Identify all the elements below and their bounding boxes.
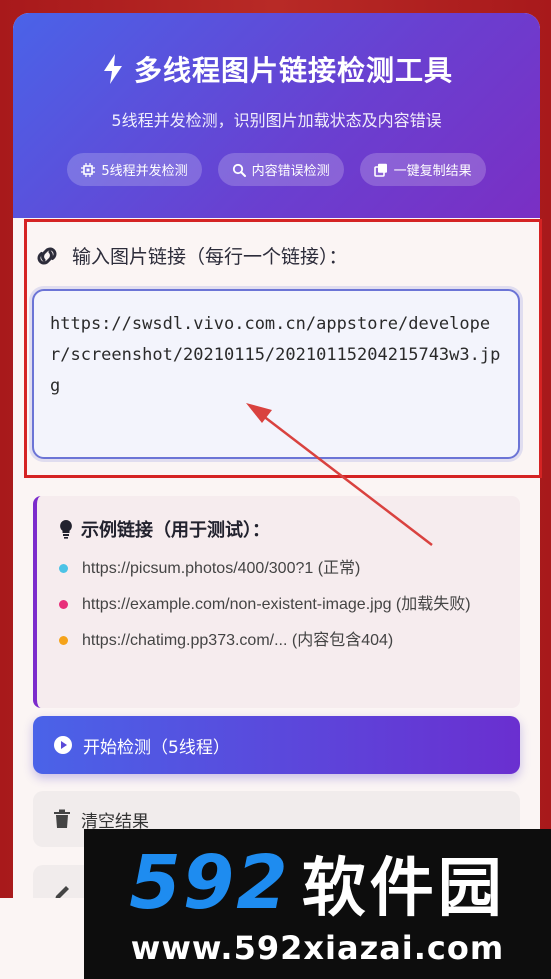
badge-threads-label: 5线程并发检测 bbox=[101, 164, 188, 179]
watermark-number: 592 bbox=[129, 840, 290, 926]
feature-badges: 5线程并发检测 内容错误检测 一键复制结果 bbox=[13, 153, 540, 186]
bottom-page-area bbox=[0, 898, 84, 979]
examples-title: 示例链接（用于测试）： bbox=[59, 516, 520, 542]
trash-icon bbox=[54, 809, 70, 828]
input-section: 输入图片链接（每行一个链接）： https://swsdl.vivo.com.c… bbox=[13, 218, 540, 459]
watermark-name: 软件园 bbox=[301, 852, 506, 926]
badge-copy: 一键复制结果 bbox=[359, 153, 486, 186]
status-dot-normal bbox=[59, 564, 68, 573]
example-link-text: https://picsum.photos/400/300?1 (正常) bbox=[82, 560, 361, 577]
play-icon bbox=[54, 736, 72, 754]
watermark-logo: 592 软件园 www.592xiazai.com bbox=[84, 829, 551, 979]
copy-icon bbox=[373, 163, 387, 177]
page-title: 多线程图片链接检测工具 bbox=[13, 49, 540, 89]
watermark-brand: 592 软件园 bbox=[84, 840, 551, 926]
clear-results-label: 清空结果 bbox=[81, 811, 149, 832]
list-item: https://picsum.photos/400/300?1 (正常) bbox=[59, 556, 520, 582]
link-icon bbox=[37, 247, 57, 264]
example-link-text: https://example.com/non-existent-image.j… bbox=[82, 596, 471, 613]
status-dot-failed bbox=[59, 600, 68, 609]
status-dot-404 bbox=[59, 636, 68, 645]
input-label-text: 输入图片链接（每行一个链接）： bbox=[72, 246, 348, 268]
lightbulb-icon bbox=[60, 520, 72, 539]
examples-panel: 示例链接（用于测试）： https://picsum.photos/400/30… bbox=[33, 496, 520, 708]
links-textarea[interactable]: https://swsdl.vivo.com.cn/appstore/devel… bbox=[32, 289, 520, 459]
example-link-text: https://chatimg.pp373.com/... (内容包含404) bbox=[82, 632, 394, 649]
page-title-text: 多线程图片链接检测工具 bbox=[133, 54, 453, 87]
badge-threads: 5线程并发检测 bbox=[67, 153, 202, 186]
examples-list: https://picsum.photos/400/300?1 (正常) htt… bbox=[59, 556, 520, 654]
input-label: 输入图片链接（每行一个链接）： bbox=[32, 242, 521, 269]
watermark-url: www.592xiazai.com bbox=[130, 929, 505, 967]
cpu-icon bbox=[81, 162, 96, 177]
lightning-icon bbox=[103, 54, 122, 84]
start-check-label: 开始检测（5线程） bbox=[83, 737, 230, 758]
list-item: https://example.com/non-existent-image.j… bbox=[59, 592, 520, 618]
search-icon bbox=[232, 163, 246, 177]
start-check-button[interactable]: 开始检测（5线程） bbox=[33, 716, 520, 774]
badge-content-check-label: 内容错误检测 bbox=[251, 164, 330, 179]
badge-content-check: 内容错误检测 bbox=[217, 153, 344, 186]
examples-title-text: 示例链接（用于测试）： bbox=[81, 520, 270, 541]
header: 多线程图片链接检测工具 5线程并发检测，识别图片加载状态及内容错误 5线程并发检… bbox=[13, 13, 540, 218]
badge-copy-label: 一键复制结果 bbox=[393, 164, 472, 179]
page-subtitle: 5线程并发检测，识别图片加载状态及内容错误 bbox=[111, 111, 442, 130]
list-item: https://chatimg.pp373.com/... (内容包含404) bbox=[59, 628, 520, 654]
